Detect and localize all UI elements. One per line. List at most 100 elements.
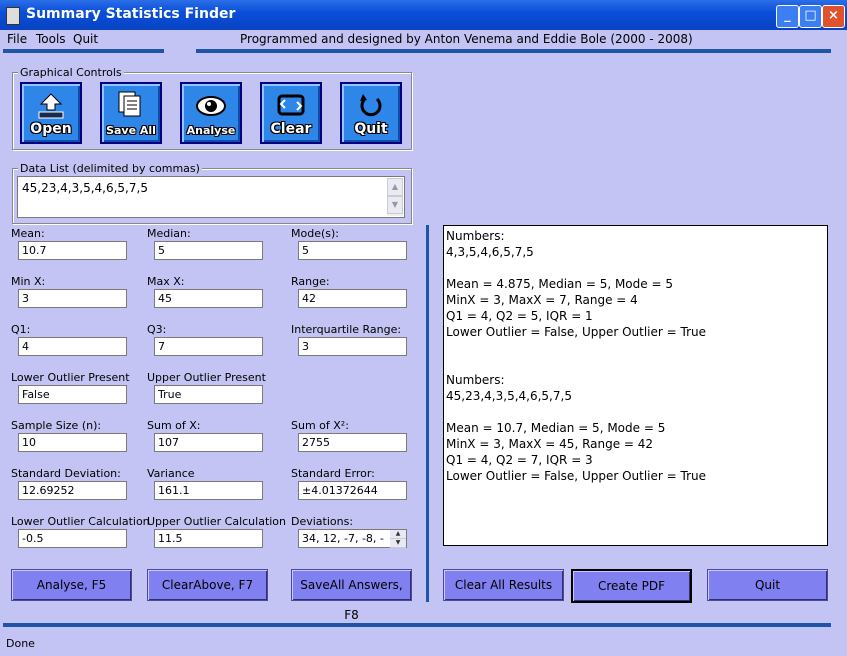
upper-calc-field[interactable]: 11.5: [154, 529, 263, 548]
max-x-label: Max X:: [147, 275, 185, 288]
lower-outlier-label: Lower Outlier Present: [11, 371, 130, 384]
results-line: MinX = 3, MaxX = 45, Range = 42: [446, 437, 654, 451]
create-pdf-button[interactable]: Create PDF: [571, 569, 692, 603]
deviations-value: 34, 12, -7, -8, -: [302, 532, 384, 545]
min-x-field[interactable]: 3: [18, 289, 127, 308]
deviations-spinner[interactable]: ▲ ▼: [390, 530, 406, 548]
variance-field[interactable]: 161.1: [154, 481, 263, 500]
sample-size-field[interactable]: 10: [18, 433, 127, 452]
minimize-button[interactable]: _: [776, 5, 799, 28]
menu-bar: File Tools Quit Programmed and designed …: [0, 30, 847, 48]
variance-label: Variance: [147, 467, 195, 480]
results-line: Q1 = 4, Q2 = 5, IQR = 1: [446, 309, 593, 323]
vertical-divider: [426, 225, 429, 602]
save-all-icon: [118, 91, 141, 117]
results-line: Mean = 4.875, Median = 5, Mode = 5: [446, 277, 673, 291]
sample-size-label: Sample Size (n):: [11, 419, 102, 432]
min-x-label: Min X:: [11, 275, 46, 288]
save-all-button[interactable]: Save All: [100, 82, 162, 144]
save-all-answers-button[interactable]: SaveAll Answers, F8: [291, 569, 412, 622]
scroll-up-icon[interactable]: ▲: [387, 178, 403, 196]
results-line: 4,3,5,4,6,5,7,5: [446, 245, 534, 259]
sum-x-field[interactable]: 107: [154, 433, 263, 452]
window-title: Summary Statistics Finder: [26, 6, 236, 22]
results-line: Numbers:: [446, 229, 505, 243]
upper-outlier-field[interactable]: True: [154, 385, 263, 404]
analyse-icon-button[interactable]: Analyse: [180, 82, 242, 144]
data-list-input[interactable]: 45,23,4,3,5,4,6,5,7,5 ▲ ▼: [17, 176, 405, 218]
quit-icon-button-label: Quit: [354, 121, 388, 137]
sum-x2-field[interactable]: 2755: [298, 433, 407, 452]
lower-calc-label: Lower Outlier Calculation: [11, 515, 150, 528]
menu-quit[interactable]: Quit: [73, 32, 98, 46]
std-dev-field[interactable]: 12.69252: [18, 481, 127, 500]
credit-text: Programmed and designed by Anton Venema …: [240, 32, 693, 46]
iqr-label: Interquartile Range:: [291, 323, 402, 336]
std-error-field[interactable]: ±4.01372644: [298, 481, 407, 500]
analyse-icon-button-label: Analyse: [186, 124, 236, 137]
top-divider-right: [196, 49, 831, 53]
sum-x-label: Sum of X:: [147, 419, 201, 432]
open-button[interactable]: Open: [20, 82, 82, 144]
q1-field[interactable]: 4: [18, 337, 127, 356]
clear-icon-button-label: Clear: [270, 121, 312, 137]
modes-label: Mode(s):: [291, 227, 339, 240]
deviations-label: Deviations:: [291, 515, 354, 528]
menu-file[interactable]: File: [7, 32, 27, 46]
menu-tools[interactable]: Tools: [36, 32, 66, 46]
lower-outlier-field[interactable]: False: [18, 385, 127, 404]
results-line: Mean = 10.7, Median = 5, Mode = 5: [446, 421, 666, 435]
deviations-field[interactable]: 34, 12, -7, -8, - ▲ ▼: [298, 529, 407, 548]
results-line: Lower Outlier = False, Upper Outlier = T…: [446, 469, 706, 483]
open-icon: [38, 93, 64, 119]
q3-field[interactable]: 7: [154, 337, 263, 356]
upper-outlier-label: Upper Outlier Present: [147, 371, 266, 384]
clear-all-results-button[interactable]: Clear All Results: [443, 569, 564, 601]
status-text: Done: [6, 637, 35, 650]
quit-button[interactable]: Quit: [707, 569, 828, 601]
clear-icon-button[interactable]: Clear: [260, 82, 322, 144]
save-all-button-label: Save All: [106, 124, 156, 137]
mean-label: Mean:: [11, 227, 45, 240]
results-line: 45,23,4,3,5,4,6,5,7,5: [446, 389, 572, 403]
graphical-controls-label: Graphical Controls: [18, 66, 124, 79]
median-field[interactable]: 5: [154, 241, 263, 260]
quit-icon-button[interactable]: Quit: [340, 82, 402, 144]
std-error-label: Standard Error:: [291, 467, 375, 480]
title-bar: Summary Statistics Finder _ □ ×: [0, 0, 847, 30]
clear-icon: [277, 94, 305, 116]
results-line: MinX = 3, MaxX = 7, Range = 4: [446, 293, 638, 307]
max-x-field[interactable]: 45: [154, 289, 263, 308]
sum-x2-label: Sum of X²:: [291, 419, 349, 432]
results-line: Q1 = 4, Q2 = 7, IQR = 3: [446, 453, 593, 467]
q3-label: Q3:: [147, 323, 167, 336]
data-list-value: 45,23,4,3,5,4,6,5,7,5: [22, 181, 148, 195]
scroll-down-icon[interactable]: ▼: [387, 196, 403, 214]
upper-calc-label: Upper Outlier Calculation: [147, 515, 287, 528]
power-icon: [360, 94, 382, 117]
results-line: Lower Outlier = False, Upper Outlier = T…: [446, 325, 706, 339]
mean-field[interactable]: 10.7: [18, 241, 127, 260]
range-label: Range:: [291, 275, 330, 288]
lower-calc-field[interactable]: -0.5: [18, 529, 127, 548]
analyse-button[interactable]: Analyse, F5: [11, 569, 132, 601]
data-list-label: Data List (delimited by commas): [18, 162, 202, 175]
maximize-button[interactable]: □: [799, 5, 822, 28]
spin-down-icon[interactable]: ▼: [390, 539, 406, 548]
data-list-scrollbar[interactable]: ▲ ▼: [387, 178, 403, 216]
results-panel[interactable]: Numbers: 4,3,5,4,6,5,7,5 Mean = 4.875, M…: [443, 225, 828, 546]
median-label: Median:: [147, 227, 191, 240]
spin-up-icon[interactable]: ▲: [390, 530, 406, 539]
iqr-field[interactable]: 3: [298, 337, 407, 356]
close-button[interactable]: ×: [822, 5, 845, 28]
calculator-icon: [6, 7, 20, 25]
std-dev-label: Standard Deviation:: [11, 467, 121, 480]
q1-label: Q1:: [11, 323, 31, 336]
clear-above-button[interactable]: ClearAbove, F7: [147, 569, 268, 601]
open-button-label: Open: [30, 121, 72, 137]
results-line: Numbers:: [446, 373, 505, 387]
top-divider-left: [3, 49, 164, 53]
range-field[interactable]: 42: [298, 289, 407, 308]
modes-field[interactable]: 5: [298, 241, 407, 260]
status-bar: Done: [0, 632, 847, 656]
